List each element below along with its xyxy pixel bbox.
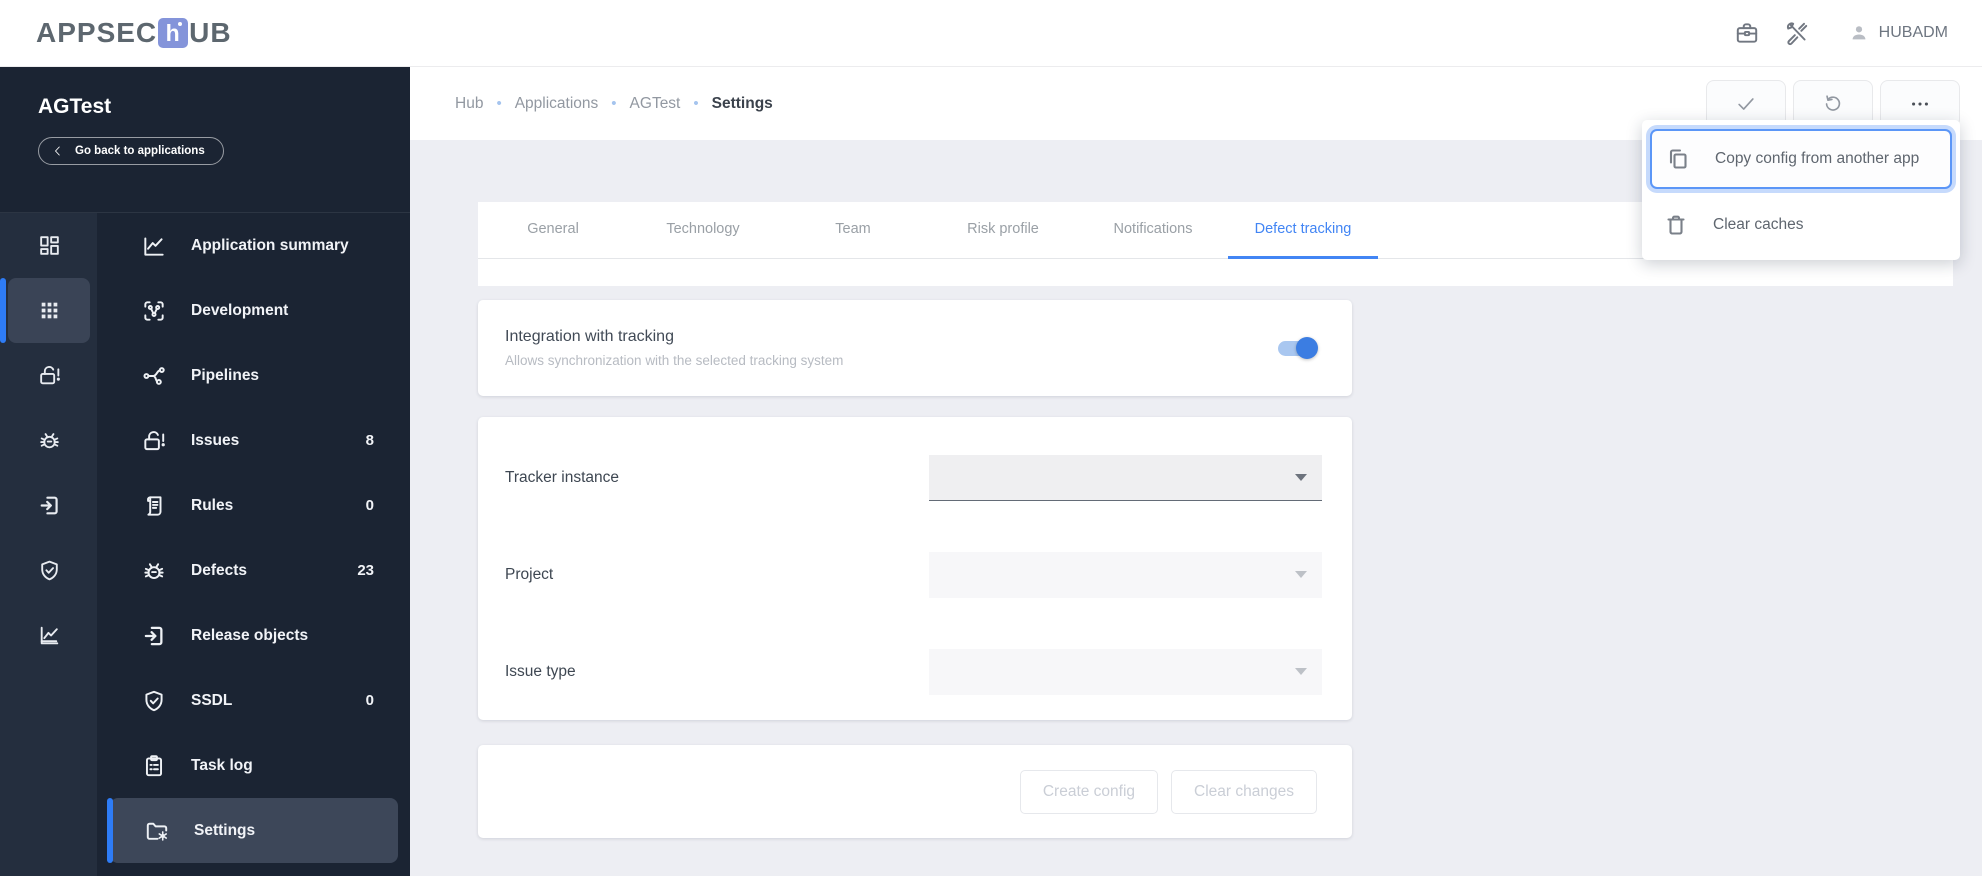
breadcrumb: Hub • Applications • AGTest • Settings <box>455 95 773 113</box>
tab-technology[interactable]: Technology <box>628 202 778 259</box>
icon-rail <box>0 213 97 876</box>
app-logo: APPSEC h UB <box>36 17 232 49</box>
application-name: AGTest <box>38 95 112 118</box>
restore-icon <box>1825 94 1841 111</box>
shield-check-icon <box>140 688 167 714</box>
rules-scroll-icon <box>140 493 167 519</box>
sidebar-item-ssdl[interactable]: SSDL 0 <box>97 668 410 733</box>
user-menu[interactable]: HUBADM <box>1848 22 1948 44</box>
sidebar-item-release-objects[interactable]: Release objects <box>97 603 410 668</box>
tab-general[interactable]: General <box>478 202 628 259</box>
breadcrumb-separator: • <box>693 95 699 112</box>
logo-text-left: APPSEC <box>36 17 158 48</box>
menu-item-clear-caches[interactable]: Clear caches <box>1650 198 1952 252</box>
folder-gear-icon <box>143 818 170 844</box>
breadcrumb-separator: • <box>496 95 502 112</box>
sidebar-item-issues[interactable]: Issues 8 <box>97 408 410 473</box>
issue-type-select[interactable] <box>929 648 1322 695</box>
rail-applications-icon[interactable] <box>0 278 90 343</box>
tracker-instance-label: Tracker instance <box>505 468 619 486</box>
user-icon <box>1852 26 1866 40</box>
tab-team[interactable]: Team <box>778 202 928 259</box>
rail-release-objects-icon[interactable] <box>8 473 90 538</box>
chevron-left-icon <box>55 146 60 156</box>
tab-defect-tracking[interactable]: Defect tracking <box>1228 202 1378 259</box>
logo-h-icon: h <box>158 18 189 48</box>
rail-defects-icon[interactable] <box>8 408 90 473</box>
bug-icon <box>140 558 167 584</box>
tab-notifications[interactable]: Notifications <box>1078 202 1228 259</box>
rail-issues-icon[interactable] <box>8 343 90 408</box>
unlock-alert-icon <box>140 428 167 454</box>
logo-text-right: UB <box>189 17 232 48</box>
menu-item-copy-config[interactable]: Copy config from another app <box>1650 129 1952 189</box>
chevron-down-icon <box>1295 473 1307 481</box>
rail-ssdl-icon[interactable] <box>8 538 90 603</box>
badge: 0 <box>365 497 374 514</box>
project-label: Project <box>505 565 554 583</box>
breadcrumb-hub[interactable]: Hub <box>455 95 483 113</box>
tracker-instance-select[interactable] <box>929 454 1322 501</box>
sidebar: AGTest Go back to applications Applicati… <box>0 67 410 876</box>
sidebar-item-pipelines[interactable]: Pipelines <box>97 343 410 408</box>
breadcrumb-current: Settings <box>711 94 773 112</box>
development-icon <box>140 298 167 324</box>
badge: 23 <box>357 562 374 579</box>
admin-tools-icon[interactable] <box>1784 20 1810 46</box>
integration-title: Integration with tracking <box>505 328 674 345</box>
breadcrumb-separator: • <box>611 95 617 112</box>
pipelines-icon <box>140 363 167 389</box>
ellipsis-icon <box>1912 101 1928 106</box>
sidebar-item-settings[interactable]: Settings <box>107 798 398 863</box>
chart-line-icon <box>140 233 167 259</box>
exit-arrow-icon <box>140 623 167 649</box>
briefcase-icon[interactable] <box>1734 20 1760 46</box>
trash-icon <box>1667 215 1685 235</box>
check-icon <box>1738 97 1754 110</box>
badge: 0 <box>365 692 374 709</box>
badge: 8 <box>365 432 374 449</box>
copy-icon <box>1669 149 1687 169</box>
sidebar-item-task-log[interactable]: Task log <box>97 733 410 798</box>
rail-dashboard-icon[interactable] <box>8 213 90 278</box>
sidebar-item-defects[interactable]: Defects 23 <box>97 538 410 603</box>
sidebar-menu: Application summary Development Pipeline… <box>97 213 410 876</box>
app-bar: APPSEC h UB HUBADM <box>0 0 1982 67</box>
project-select[interactable] <box>929 551 1322 598</box>
actions-popup-menu: Copy config from another app Clear cache… <box>1642 120 1960 260</box>
issue-type-label: Issue type <box>505 662 576 680</box>
integration-card: Integration with tracking Allows synchro… <box>478 300 1352 396</box>
form-actions-card: Create config Clear changes <box>478 745 1352 838</box>
clear-changes-button[interactable]: Clear changes <box>1171 769 1317 814</box>
create-config-button[interactable]: Create config <box>1019 769 1159 814</box>
sidebar-item-application-summary[interactable]: Application summary <box>97 213 410 278</box>
integration-subtitle: Allows synchronization with the selected… <box>505 353 844 368</box>
clipboard-list-icon <box>140 753 167 779</box>
username-label: HUBADM <box>1878 24 1948 41</box>
back-to-applications-button[interactable]: Go back to applications <box>38 137 224 165</box>
rail-analytics-icon[interactable] <box>8 603 90 668</box>
breadcrumb-applications[interactable]: Applications <box>515 95 599 113</box>
breadcrumb-agtest[interactable]: AGTest <box>630 95 681 113</box>
toggle-knob <box>1296 337 1318 359</box>
integration-toggle[interactable] <box>1278 337 1318 359</box>
tab-risk-profile[interactable]: Risk profile <box>928 202 1078 259</box>
chevron-down-icon <box>1295 668 1307 675</box>
sidebar-item-rules[interactable]: Rules 0 <box>97 473 410 538</box>
chevron-down-icon <box>1295 571 1307 578</box>
sidebar-item-development[interactable]: Development <box>97 278 410 343</box>
tracker-form-card: Tracker instance Project Issue type <box>478 417 1352 720</box>
